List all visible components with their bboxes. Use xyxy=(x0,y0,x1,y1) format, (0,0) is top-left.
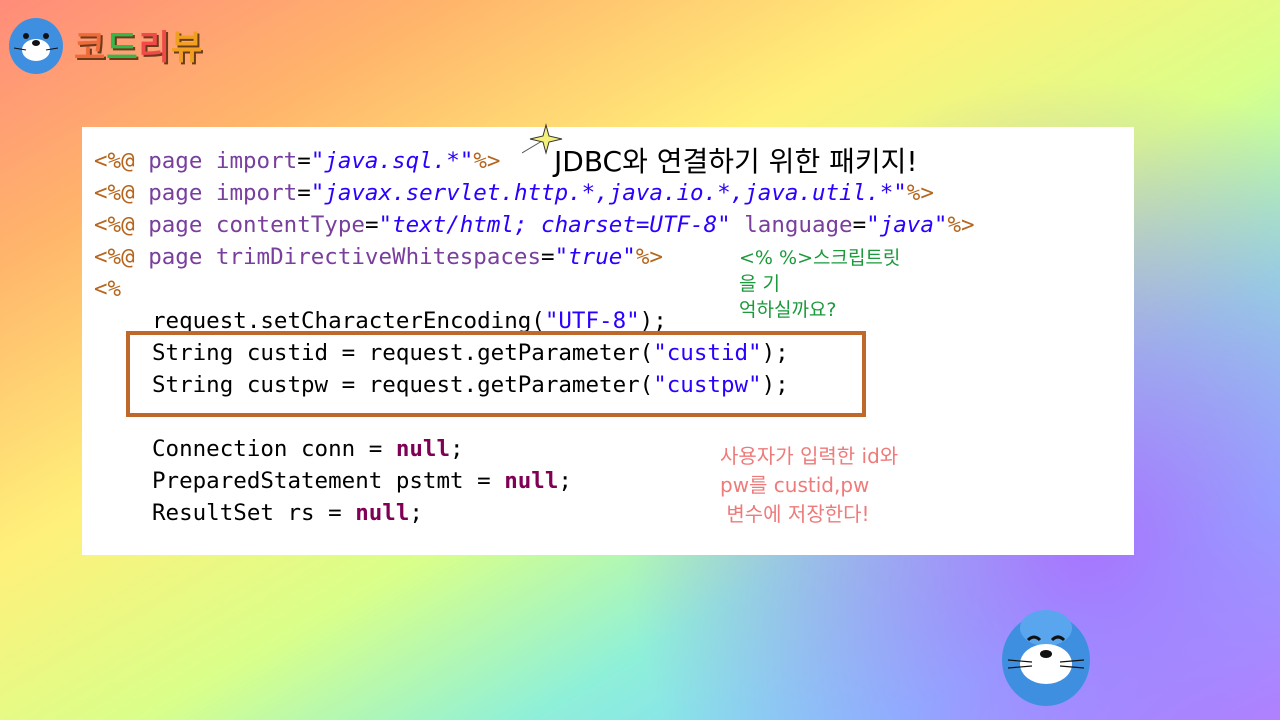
brand-char-4: 뷰 xyxy=(170,28,204,68)
variable-note-line-3: 변수에 저장한다! xyxy=(720,502,870,526)
code-line-2: <%@ page import="javax.servlet.http.*,ja… xyxy=(94,180,934,206)
code-line-10: PreparedStatement pstmt = null; xyxy=(152,468,572,494)
jdbc-package-note: JDBC와 연결하기 위한 패키지! xyxy=(554,145,918,178)
scriptlet-note-line-1: <% %>스크립트릿 xyxy=(739,247,901,269)
code-line-1: <%@ page import="java.sql.*"%> xyxy=(94,148,501,174)
parameter-highlight-box xyxy=(126,331,866,417)
code-line-3: <%@ page contentType="text/html; charset… xyxy=(94,212,975,238)
seal-mascot-icon xyxy=(1002,610,1090,706)
scriptlet-note-line-2: 을 기 xyxy=(739,273,780,295)
scriptlet-note: <% %>스크립트릿 을 기 억하실까요? xyxy=(739,245,949,323)
brand-logo-text: 코드리뷰 xyxy=(74,20,203,69)
code-line-4: <%@ page trimDirectiveWhitespaces="true"… xyxy=(94,244,663,270)
brand-char-2: 드 xyxy=(106,28,139,68)
variable-note-line-2: pw를 custid,pw xyxy=(720,473,870,497)
seal-mascot-icon xyxy=(9,18,63,74)
brand-char-1: 코 xyxy=(74,28,107,68)
code-line-9: Connection conn = null; xyxy=(152,436,464,462)
scriptlet-note-line-3: 억하실까요? xyxy=(739,299,837,321)
variable-note-line-1: 사용자가 입력한 id와 xyxy=(720,444,899,468)
code-line-11: ResultSet rs = null; xyxy=(152,500,423,526)
code-line-5: <% xyxy=(94,276,122,302)
variable-storage-note: 사용자가 입력한 id와 pw를 custid,pw 변수에 저장한다! xyxy=(720,442,960,529)
brand-char-3: 리 xyxy=(138,28,171,68)
